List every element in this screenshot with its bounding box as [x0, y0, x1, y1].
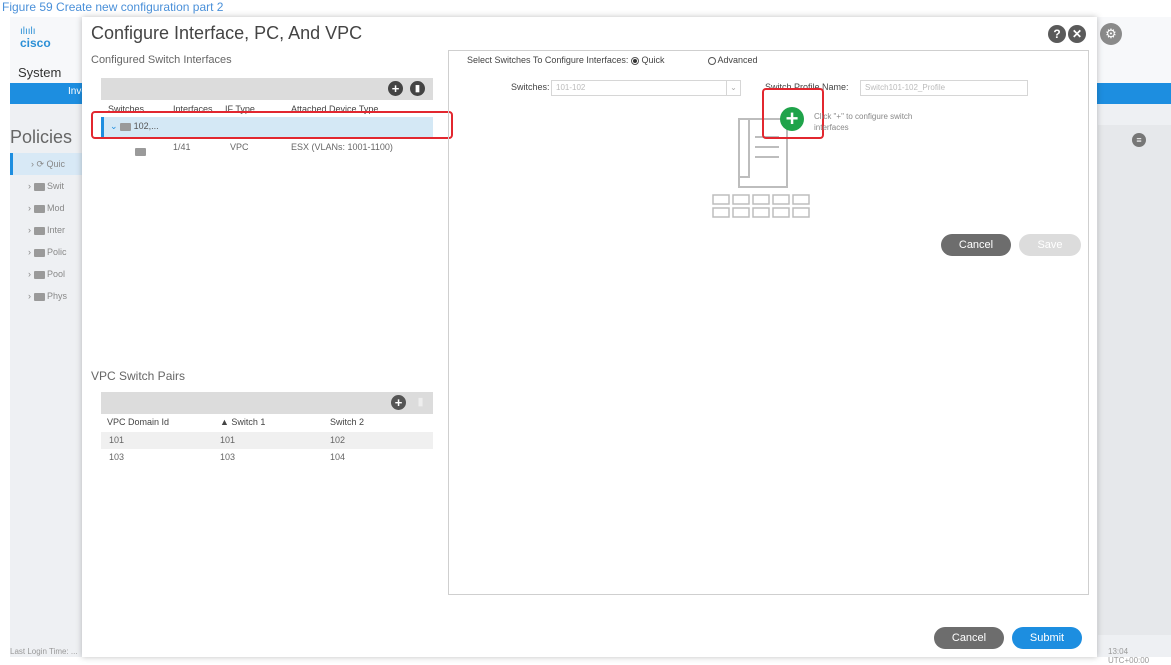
delete-icon: ▮ — [417, 396, 424, 408]
tree-item-policies[interactable]: › Polic — [10, 241, 90, 263]
list-icon[interactable]: ≡ — [1132, 133, 1146, 147]
table-row[interactable]: 101 101 102 — [101, 432, 433, 449]
folder-icon — [33, 248, 45, 257]
col-switch-2[interactable]: Switch 2 — [330, 417, 364, 427]
cisco-logo: ılıılı cisco — [20, 26, 51, 50]
policies-tree: › ⟳ Quic › Swit › Mod › Inter › Polic › … — [10, 153, 90, 307]
vpc-switch-pairs-label: VPC Switch Pairs — [91, 369, 186, 383]
configure-interface-dialog: Configure Interface, PC, And VPC ? ✕ Conf… — [82, 17, 1097, 657]
device-type-cell[interactable]: ESX (VLANs: 1001-1100) — [291, 142, 393, 152]
policies-heading: Policies — [10, 127, 73, 147]
col-switch-1[interactable]: ▲ Switch 1 — [220, 417, 265, 427]
vpc-toolbar: + ▮ — [101, 392, 433, 414]
highlight-box-row — [91, 111, 453, 139]
switches-select[interactable]: 101-102 ⌄ — [551, 80, 741, 96]
configured-interfaces-label: Configured Switch Interfaces — [91, 54, 232, 66]
configure-hint: Click "+" to configure switch interfaces — [814, 112, 913, 132]
interfaces-toolbar: + ▮ — [101, 78, 433, 100]
interface-row-folder-icon — [135, 146, 146, 156]
system-menu[interactable]: System — [18, 65, 61, 80]
tree-item-physical[interactable]: › Phys — [10, 285, 90, 307]
delete-icon[interactable]: ▮ — [410, 81, 425, 96]
cancel-button[interactable]: Cancel — [934, 627, 1004, 649]
select-switches-row: Select Switches To Configure Interfaces:… — [467, 55, 758, 65]
dialog-header-icons: ? ✕ — [1048, 25, 1088, 43]
col-vpc-domain-id[interactable]: VPC Domain Id — [107, 417, 169, 427]
interface-cell[interactable]: 1/41 — [173, 142, 191, 152]
table-row[interactable]: 103 103 104 — [101, 449, 433, 466]
folder-icon — [33, 226, 45, 235]
folder-icon — [33, 204, 45, 213]
switches-label: Switches: — [511, 82, 550, 92]
add-icon[interactable]: + — [391, 395, 406, 410]
footer-login-time: Last Login Time: ... — [10, 647, 78, 656]
gear-icon[interactable]: ⚙ — [1100, 23, 1122, 45]
close-icon[interactable]: ✕ — [1068, 25, 1086, 43]
folder-icon — [33, 182, 45, 191]
dialog-title: Configure Interface, PC, And VPC — [91, 23, 363, 43]
submit-button[interactable]: Submit — [1012, 627, 1082, 649]
save-button[interactable]: Save — [1019, 234, 1081, 256]
folder-icon — [33, 270, 45, 279]
tree-item-modules[interactable]: › Mod — [10, 197, 90, 219]
tree-item-interfaces[interactable]: › Inter — [10, 219, 90, 241]
right-side-panel — [1098, 125, 1171, 635]
help-icon[interactable]: ? — [1048, 25, 1066, 43]
advanced-radio[interactable] — [707, 56, 716, 65]
tree-item-switches[interactable]: › Swit — [10, 175, 90, 197]
footer-time: 13:04 UTC+00:00 — [1108, 647, 1150, 665]
profile-name-input[interactable]: Switch101-102_Profile — [860, 80, 1028, 96]
chevron-down-icon: ⌄ — [726, 81, 740, 95]
quick-radio[interactable] — [630, 56, 639, 65]
tree-item-quickstart[interactable]: › ⟳ Quic — [10, 153, 90, 175]
if-type-cell[interactable]: VPC — [230, 142, 249, 152]
figure-caption: Figure 59 Create new configuration part … — [2, 0, 224, 14]
cancel-config-button[interactable]: Cancel — [941, 234, 1011, 256]
folder-icon — [33, 292, 45, 301]
tree-item-pools[interactable]: › Pool — [10, 263, 90, 285]
switch-config-panel: Select Switches To Configure Interfaces:… — [448, 50, 1089, 595]
add-icon[interactable]: + — [388, 81, 403, 96]
